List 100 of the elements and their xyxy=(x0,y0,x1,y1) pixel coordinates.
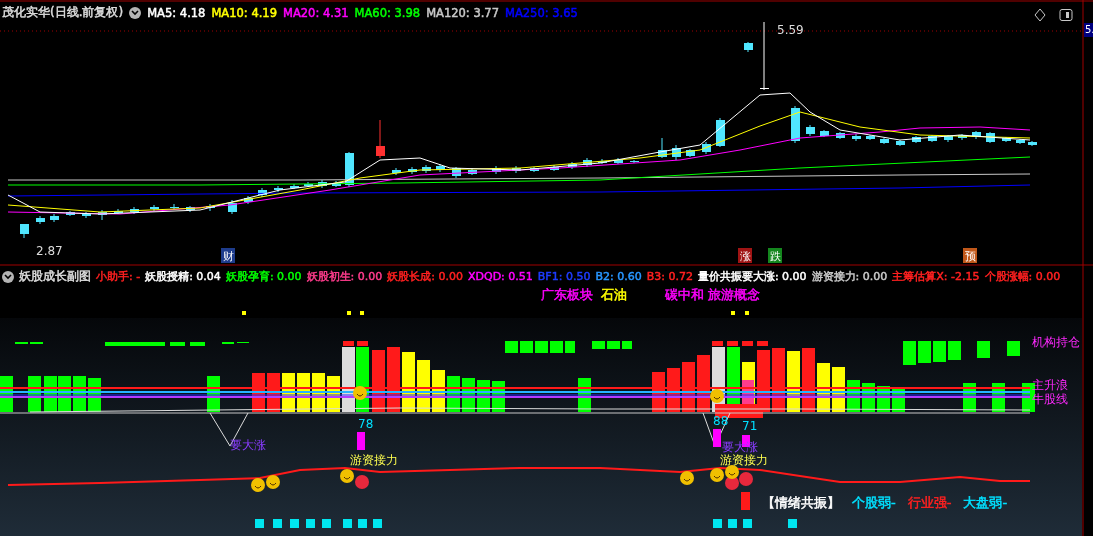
candlestick xyxy=(880,137,889,145)
candlestick xyxy=(98,209,107,221)
price-axis-value: 5. xyxy=(1084,23,1093,37)
candlestick xyxy=(820,129,829,138)
moving-average-value: MA10: 4.19 xyxy=(211,5,277,20)
candlestick xyxy=(82,211,91,219)
candlestick xyxy=(791,105,800,144)
candlestick xyxy=(686,148,695,158)
candlestick xyxy=(806,124,815,137)
candlestick xyxy=(583,157,592,168)
moving-average-value: MA250: 3.65 xyxy=(505,5,578,20)
candlestick xyxy=(422,164,431,174)
candlestick xyxy=(836,131,845,140)
candlestick xyxy=(150,204,159,212)
candlestick xyxy=(436,163,445,173)
candlestick xyxy=(530,166,539,173)
indicator-value: XDQD: 0.51 xyxy=(468,270,533,283)
signal-label: 78 xyxy=(358,417,374,431)
candlestick xyxy=(36,215,45,225)
indicator-value: BF1: 0.50 xyxy=(537,270,591,283)
signal-label: 要大涨 xyxy=(722,440,758,454)
candlestick xyxy=(1016,138,1025,145)
indicator-value: 量价共振要大涨: 0.00 xyxy=(697,269,807,284)
moving-average-value: MA120: 3.77 xyxy=(426,5,499,20)
moving-average-value: MA5: 4.18 xyxy=(147,5,206,20)
candlestick xyxy=(972,130,981,140)
high-price-label: 5.59 xyxy=(777,23,804,37)
indicator-line-label: 主升浪 xyxy=(1032,378,1068,392)
diamond-icon[interactable] xyxy=(1034,8,1046,22)
event-marker[interactable]: 预 xyxy=(963,248,977,263)
candlestick xyxy=(66,210,75,217)
candlestick xyxy=(170,203,179,211)
candlestick xyxy=(716,117,725,148)
candlestick xyxy=(866,134,875,141)
candlestick xyxy=(672,144,681,161)
candlestick xyxy=(228,199,237,215)
concept-tag: 广东板块 xyxy=(541,286,593,304)
signal-label: 88 xyxy=(713,414,729,428)
candlestick xyxy=(186,205,195,213)
panel-toggle-icon[interactable] xyxy=(1059,9,1073,21)
event-marker[interactable]: 涨 xyxy=(738,248,752,263)
candlestick xyxy=(20,223,29,239)
candlestick xyxy=(408,166,417,175)
stock-title: 茂化实华(日线.前复权) xyxy=(2,4,124,21)
candlestick xyxy=(760,21,769,91)
candlestick xyxy=(318,179,327,189)
event-marker[interactable]: 财 xyxy=(221,248,235,263)
signal-label: 游资接力 xyxy=(720,453,768,467)
concept-tag: 石油 xyxy=(601,286,627,304)
dropdown-icon[interactable] xyxy=(2,270,14,283)
indicator-value: B3: 0.72 xyxy=(646,270,693,283)
candlestick xyxy=(376,119,385,159)
indicator-value: 主筹估算X: -2.15 xyxy=(892,269,980,284)
candlestick xyxy=(598,158,607,165)
indicator-value: 妖股初生: 0.00 xyxy=(306,269,383,284)
candlestick xyxy=(912,135,921,144)
candlestick xyxy=(702,141,711,155)
candlestick xyxy=(986,131,995,144)
signal-label: 要大涨 xyxy=(230,438,266,452)
candlestick xyxy=(896,139,905,147)
candlestick xyxy=(290,183,299,190)
candlestick xyxy=(452,166,461,179)
indicator-value: 妖股授精: 0.04 xyxy=(145,269,221,284)
event-marker[interactable]: 跌 xyxy=(768,248,782,263)
indicator-line-label: 机构持仓 xyxy=(1032,335,1080,349)
indicator-value: 个股涨幅: 0.00 xyxy=(984,269,1061,284)
indicator-title: 妖股成长副图 xyxy=(19,268,91,285)
resonance-item: 大盘弱- xyxy=(963,494,1008,512)
moving-average-value: MA20: 4.31 xyxy=(283,5,349,20)
candlestick xyxy=(50,213,59,223)
candlestick xyxy=(258,187,267,198)
moving-average-value: MA60: 3.98 xyxy=(354,5,421,20)
candlestick xyxy=(206,203,215,212)
candlestick xyxy=(614,157,623,165)
candlestick xyxy=(744,41,753,53)
candlestick xyxy=(658,137,667,159)
concept-tag: 碳中和 旅游概念 xyxy=(665,286,761,304)
candlestick xyxy=(332,180,341,188)
candlestick xyxy=(944,134,953,143)
candlestick xyxy=(130,206,139,215)
candlestick xyxy=(345,151,354,188)
candlestick xyxy=(630,159,639,164)
indicator-value: B2: 0.60 xyxy=(595,270,642,283)
candlestick xyxy=(274,185,283,193)
indicator-value: 小助手: - xyxy=(96,269,141,284)
resonance-item: 行业强- xyxy=(907,494,952,512)
dropdown-icon[interactable] xyxy=(129,6,142,19)
candlestick xyxy=(468,167,477,176)
candlestick xyxy=(958,133,967,141)
indicator-value: 妖股孕育: 0.00 xyxy=(225,269,302,284)
candlestick xyxy=(114,208,123,215)
candlestick xyxy=(550,164,559,172)
candlestick xyxy=(244,195,253,205)
candlestick xyxy=(928,134,937,143)
candlestick xyxy=(1028,140,1037,147)
indicator-value: 妖股长成: 0.00 xyxy=(387,269,463,284)
candlestick xyxy=(392,167,401,176)
candlestick xyxy=(304,181,313,188)
resonance-title: 【情绪共振】 xyxy=(762,494,840,512)
candlestick xyxy=(852,133,861,142)
